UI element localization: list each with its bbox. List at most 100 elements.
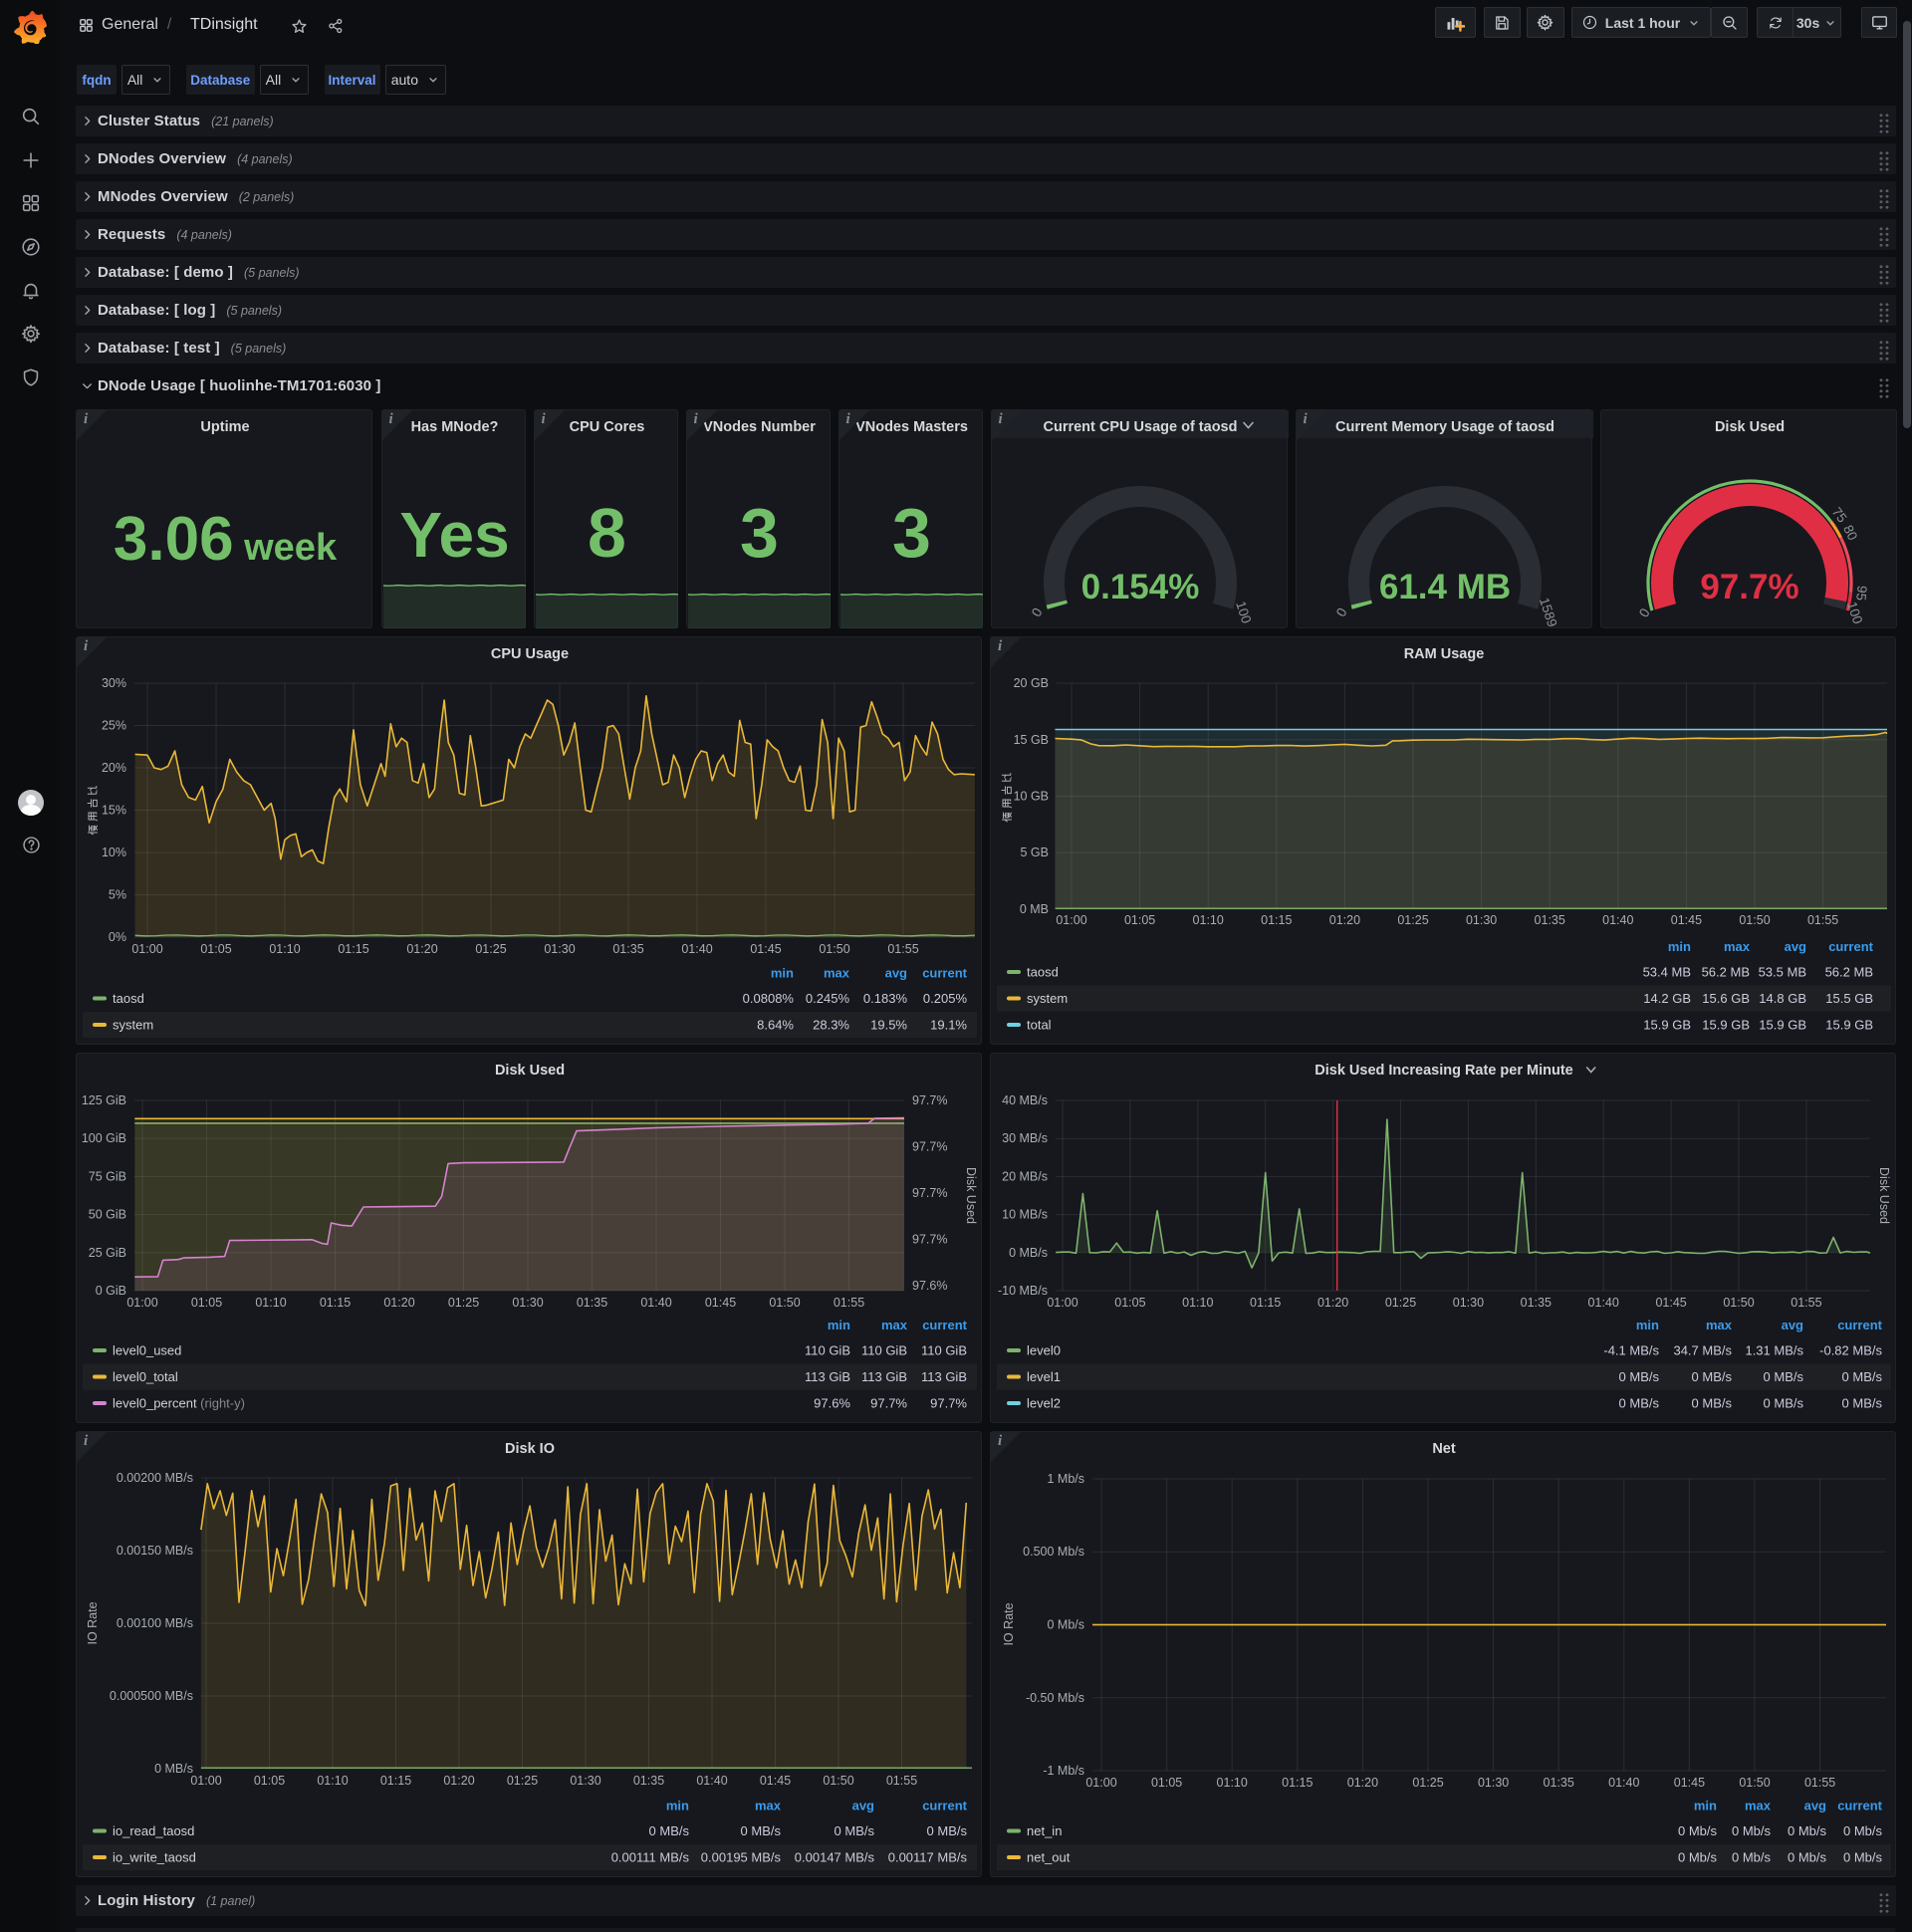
svg-text:0.0808%: 0.0808%: [743, 991, 795, 1006]
svg-text:01:15: 01:15: [1250, 1296, 1281, 1310]
svg-text:3.06 week: 3.06 week: [114, 505, 338, 574]
svg-text:0.205%: 0.205%: [923, 991, 968, 1006]
svg-text:01:30: 01:30: [1478, 1776, 1509, 1790]
svg-text:0 Mb/s: 0 Mb/s: [1843, 1823, 1883, 1838]
svg-text:20 MB/s: 20 MB/s: [1002, 1169, 1048, 1183]
svg-text:8: 8: [588, 494, 626, 572]
svg-text:0 Mb/s: 0 Mb/s: [1732, 1850, 1772, 1865]
svg-text:0 Mb/s: 0 Mb/s: [1843, 1850, 1883, 1865]
svg-text:01:45: 01:45: [1655, 1296, 1686, 1310]
svg-text:113 GiB: 113 GiB: [921, 1369, 967, 1384]
svg-text:min: min: [666, 1799, 689, 1813]
svg-text:min: min: [771, 966, 794, 981]
svg-text:01:20: 01:20: [383, 1296, 414, 1310]
svg-text:01:20: 01:20: [1317, 1296, 1348, 1310]
svg-text:3: 3: [892, 494, 931, 572]
svg-text:1.31 MB/s: 1.31 MB/s: [1745, 1343, 1803, 1358]
svg-text:15.9 GB: 15.9 GB: [1702, 1018, 1750, 1033]
svg-text:-0.82 MB/s: -0.82 MB/s: [1819, 1343, 1882, 1358]
svg-text:Disk Used Increasing Rate per: Disk Used Increasing Rate per Minute: [1314, 1063, 1572, 1079]
svg-text:0.00195 MB/s: 0.00195 MB/s: [701, 1850, 782, 1865]
svg-text:0: 0: [1028, 605, 1045, 619]
svg-text:CPU Cores: CPU Cores: [569, 419, 644, 435]
svg-text:01:00: 01:00: [126, 1296, 157, 1310]
svg-text:61.4 MB: 61.4 MB: [1378, 568, 1510, 606]
svg-text:5%: 5%: [109, 888, 126, 902]
svg-text:Disk Used: Disk Used: [495, 1063, 565, 1079]
svg-text:min: min: [828, 1318, 850, 1332]
svg-text:19.1%: 19.1%: [930, 1018, 967, 1033]
svg-text:01:25: 01:25: [1412, 1776, 1443, 1790]
svg-text:110 GiB: 110 GiB: [921, 1343, 967, 1358]
svg-text:0 MB/s: 0 MB/s: [649, 1823, 690, 1838]
svg-text:97.7%: 97.7%: [912, 1186, 947, 1200]
svg-text:01:25: 01:25: [1397, 913, 1428, 927]
svg-text:0 MB/s: 0 MB/s: [1619, 1369, 1660, 1384]
svg-text:01:10: 01:10: [1217, 1776, 1248, 1790]
svg-text:01:00: 01:00: [1085, 1776, 1116, 1790]
svg-text:01:15: 01:15: [1282, 1776, 1313, 1790]
svg-text:current: current: [922, 1318, 967, 1332]
svg-text:10%: 10%: [102, 845, 126, 859]
svg-text:01:50: 01:50: [1739, 913, 1770, 927]
svg-text:0 MB/s: 0 MB/s: [1764, 1369, 1804, 1384]
svg-text:max: max: [881, 1318, 908, 1332]
svg-text:10 GB: 10 GB: [1014, 790, 1049, 804]
svg-text:01:45: 01:45: [705, 1296, 736, 1310]
svg-text:97.7%: 97.7%: [930, 1396, 967, 1411]
svg-text:io_read_taosd: io_read_taosd: [113, 1823, 194, 1838]
svg-text:io_write_taosd: io_write_taosd: [113, 1850, 196, 1865]
svg-text:01:50: 01:50: [819, 942, 849, 956]
svg-text:-10 MB/s: -10 MB/s: [998, 1284, 1048, 1298]
svg-text:Disk Used: Disk Used: [1714, 419, 1784, 435]
svg-text:-4.1 MB/s: -4.1 MB/s: [1603, 1343, 1659, 1358]
svg-text:40 MB/s: 40 MB/s: [1002, 1093, 1048, 1107]
svg-text:0 Mb/s: 0 Mb/s: [1678, 1823, 1718, 1838]
svg-text:01:45: 01:45: [760, 1774, 791, 1788]
svg-text:01:05: 01:05: [1151, 1776, 1182, 1790]
svg-text:125 GiB: 125 GiB: [82, 1093, 126, 1107]
svg-text:1 Mb/s: 1 Mb/s: [1047, 1472, 1084, 1486]
svg-text:01:20: 01:20: [1329, 913, 1360, 927]
svg-text:14.8 GB: 14.8 GB: [1759, 991, 1806, 1006]
svg-text:max: max: [824, 966, 850, 981]
svg-text:0 MB/s: 0 MB/s: [1009, 1246, 1048, 1260]
svg-text:01:40: 01:40: [640, 1296, 671, 1310]
svg-text:current: current: [1837, 1799, 1882, 1813]
svg-text:01:10: 01:10: [1193, 913, 1224, 927]
svg-text:97.7%: 97.7%: [912, 1093, 947, 1107]
svg-text:30%: 30%: [102, 676, 126, 690]
svg-text:0 GiB: 0 GiB: [96, 1284, 126, 1298]
svg-text:0 MB/s: 0 MB/s: [154, 1762, 193, 1776]
svg-text:01:15: 01:15: [380, 1774, 411, 1788]
svg-text:min: min: [1694, 1799, 1717, 1813]
svg-text:Has MNode?: Has MNode?: [410, 419, 498, 435]
svg-text:level0_total: level0_total: [113, 1369, 178, 1384]
svg-text:97.7%: 97.7%: [912, 1140, 947, 1154]
svg-text:net_out: net_out: [1027, 1850, 1071, 1865]
svg-text:0.183%: 0.183%: [863, 991, 908, 1006]
svg-text:50 GiB: 50 GiB: [89, 1208, 126, 1222]
svg-text:01:05: 01:05: [254, 1774, 285, 1788]
svg-text:15 GB: 15 GB: [1014, 733, 1049, 747]
svg-text:15.9 GB: 15.9 GB: [1643, 1018, 1691, 1033]
svg-text:01:50: 01:50: [1723, 1296, 1754, 1310]
svg-text:01:30: 01:30: [570, 1774, 600, 1788]
svg-text:01:45: 01:45: [1671, 913, 1702, 927]
svg-text:0: 0: [1332, 605, 1349, 619]
svg-text:Uptime: Uptime: [200, 419, 249, 435]
svg-text:01:35: 01:35: [1535, 913, 1565, 927]
svg-text:97.6%: 97.6%: [814, 1396, 850, 1411]
svg-text:01:00: 01:00: [131, 942, 162, 956]
svg-text:01:25: 01:25: [1385, 1296, 1416, 1310]
svg-text:01:55: 01:55: [887, 942, 918, 956]
svg-text:01:00: 01:00: [1047, 1296, 1077, 1310]
svg-text:current: current: [1828, 939, 1873, 954]
svg-text:97.7%: 97.7%: [912, 1233, 947, 1247]
svg-text:56.2 MB: 56.2 MB: [1702, 965, 1750, 980]
svg-text:01:35: 01:35: [612, 942, 643, 956]
svg-text:level2: level2: [1027, 1396, 1061, 1411]
svg-text:01:40: 01:40: [1588, 1296, 1619, 1310]
svg-text:53.4 MB: 53.4 MB: [1643, 965, 1691, 980]
svg-text:01:55: 01:55: [1791, 1296, 1821, 1310]
